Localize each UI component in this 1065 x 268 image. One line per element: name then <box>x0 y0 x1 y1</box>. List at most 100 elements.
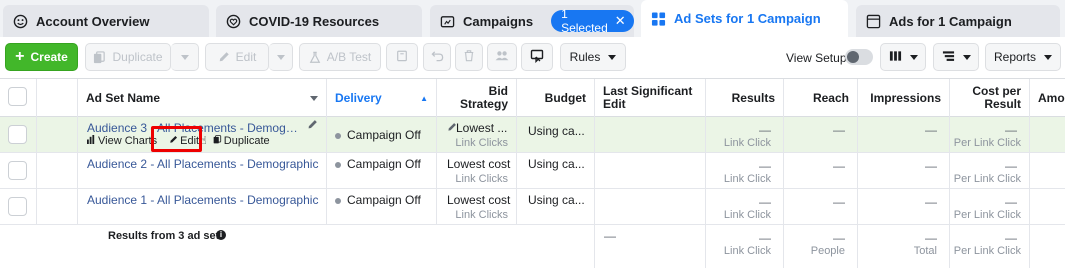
table-row[interactable]: Audience 2 - All Placements - Demographi… <box>0 153 1065 189</box>
summary-last-edit: — <box>604 229 616 243</box>
header-select-cell <box>0 79 37 117</box>
header-delivery[interactable]: Delivery ▲ <box>327 79 437 117</box>
toggle-cell <box>37 189 78 225</box>
breakdown-dropdown[interactable] <box>933 43 979 71</box>
bid-strategy-sub: Link Clicks <box>455 137 508 149</box>
summary-amount-cell <box>1030 225 1065 268</box>
row-checkbox[interactable] <box>8 197 27 216</box>
summary-label-cell: Results from 3 ad sets i <box>78 225 595 268</box>
create-button[interactable]: + Create <box>5 43 78 71</box>
bid-strategy-cell: Lowest ... Link Clicks <box>437 117 517 153</box>
header-budget[interactable]: Budget <box>517 79 595 117</box>
pencil-icon <box>218 51 230 63</box>
edit-button[interactable]: Edit <box>205 43 269 71</box>
budget-value: Using ca... <box>528 157 585 171</box>
reports-label: Reports <box>993 50 1037 64</box>
tab-ads[interactable]: Ads for 1 Campaign <box>856 5 1060 37</box>
row-checkbox[interactable] <box>8 125 27 144</box>
impressions-value: — <box>925 195 937 209</box>
columns-dropdown[interactable] <box>880 43 926 71</box>
header-reach[interactable]: Reach <box>784 79 858 117</box>
header-bid-strategy[interactable]: Bid Strategy <box>437 79 517 117</box>
delete-button[interactable] <box>455 43 483 71</box>
ab-test-button[interactable]: A/B Test <box>299 43 381 71</box>
cost-cell: — Per Link Click <box>950 117 1030 153</box>
ad-set-name-link[interactable]: Audience 1 - All Placements - Demographi… <box>87 193 318 207</box>
bid-strategy-cell: Lowest cost Link Clicks <box>437 189 517 225</box>
amount-cell <box>1030 153 1065 189</box>
preview-button[interactable] <box>521 43 553 71</box>
reports-dropdown[interactable]: Reports <box>985 43 1061 71</box>
header-label: Last Significant Edit <box>603 84 693 111</box>
summary-results-sub: Link Click <box>723 245 771 257</box>
table-row[interactable]: Audience 1 - All Placements - Demographi… <box>0 189 1065 225</box>
header-label: Reach <box>812 90 849 105</box>
breakdown-icon <box>942 50 955 65</box>
audience-button[interactable] <box>487 43 517 71</box>
undo-button[interactable] <box>423 43 451 71</box>
impressions-value: — <box>925 123 937 137</box>
reach-cell: — <box>784 153 858 189</box>
header-last-significant-edit[interactable]: Last Significant Edit <box>595 79 706 117</box>
header-results[interactable]: Results <box>706 79 784 117</box>
rules-label: Rules <box>569 50 601 64</box>
grid-icon <box>651 11 666 26</box>
header-amount-spent[interactable]: Amo <box>1030 79 1065 117</box>
bid-strategy-value: Lowest ... <box>456 121 508 135</box>
archive-button[interactable] <box>386 43 418 71</box>
plus-icon: + <box>15 48 25 65</box>
impressions-cell: — <box>858 153 950 189</box>
create-label: Create <box>30 50 68 64</box>
duplicate-dropdown[interactable] <box>171 43 199 71</box>
undo-icon <box>430 49 444 65</box>
delivery-status: Campaign Off <box>347 193 421 207</box>
ad-set-name-link[interactable]: Audience 2 - All Placements - Demographi… <box>87 157 318 171</box>
summary-results: — <box>759 231 771 245</box>
amount-cell <box>1030 189 1065 225</box>
pencil-icon[interactable] <box>307 119 318 133</box>
header-label: Cost per Result <box>972 84 1021 111</box>
select-cell <box>0 189 37 225</box>
header-ad-set-name[interactable]: Ad Set Name <box>78 79 327 117</box>
view-setup-toggle[interactable] <box>845 49 873 65</box>
view-charts-link[interactable]: View Charts <box>98 135 157 147</box>
tab-label: Ad Sets for 1 Campaign <box>674 11 821 26</box>
sort-ascending-icon[interactable]: ▲ <box>420 92 428 105</box>
rules-dropdown[interactable]: Rules <box>560 43 626 71</box>
chevron-down-icon[interactable] <box>310 95 318 101</box>
budget-value: Using ca... <box>528 193 585 207</box>
results-cell: — Link Click <box>706 189 784 225</box>
edit-dropdown[interactable] <box>269 43 293 71</box>
header-cost-per-result[interactable]: Cost per Result <box>950 79 1030 117</box>
tab-campaigns[interactable]: Campaigns 1 Selected ✕ <box>430 5 634 37</box>
header-impressions[interactable]: Impressions <box>858 79 950 117</box>
close-icon[interactable]: ✕ <box>615 13 626 29</box>
results-value: — <box>759 159 771 173</box>
duplicate-label: Duplicate <box>112 50 163 64</box>
name-cell: Audience 3 - All Placements - Demographi… <box>78 117 327 153</box>
duplicate-button[interactable]: Duplicate <box>85 43 171 71</box>
reach-value: — <box>833 159 845 173</box>
summary-reach-sub: People <box>810 245 845 257</box>
row-checkbox[interactable] <box>8 161 27 180</box>
impressions-cell: — <box>858 189 950 225</box>
delivery-status: Campaign Off <box>347 128 421 142</box>
duplicate-link[interactable]: Duplicate <box>224 135 270 147</box>
selected-count-pill[interactable]: 1 Selected ✕ <box>551 7 634 35</box>
bid-strategy-sub: Link Clicks <box>455 173 508 185</box>
info-icon[interactable]: i <box>216 230 226 240</box>
reach-value: — <box>833 123 845 137</box>
tab-account-overview[interactable]: Account Overview <box>3 5 209 37</box>
tab-ad-sets[interactable]: Ad Sets for 1 Campaign <box>641 0 848 37</box>
chevron-down-icon <box>909 54 918 60</box>
bid-strategy-value: Lowest cost <box>447 193 511 207</box>
cost-sub: Per Link Click <box>953 173 1021 185</box>
budget-cell: Using ca... <box>517 153 595 189</box>
tab-covid-resources[interactable]: COVID-19 Resources <box>216 5 422 37</box>
preview-icon <box>530 49 544 66</box>
reach-value: — <box>833 195 845 209</box>
tab-label: Campaigns <box>463 13 534 29</box>
view-setup-label: View Setup <box>786 51 847 65</box>
people-icon <box>495 50 509 65</box>
select-all-checkbox[interactable] <box>8 87 27 106</box>
